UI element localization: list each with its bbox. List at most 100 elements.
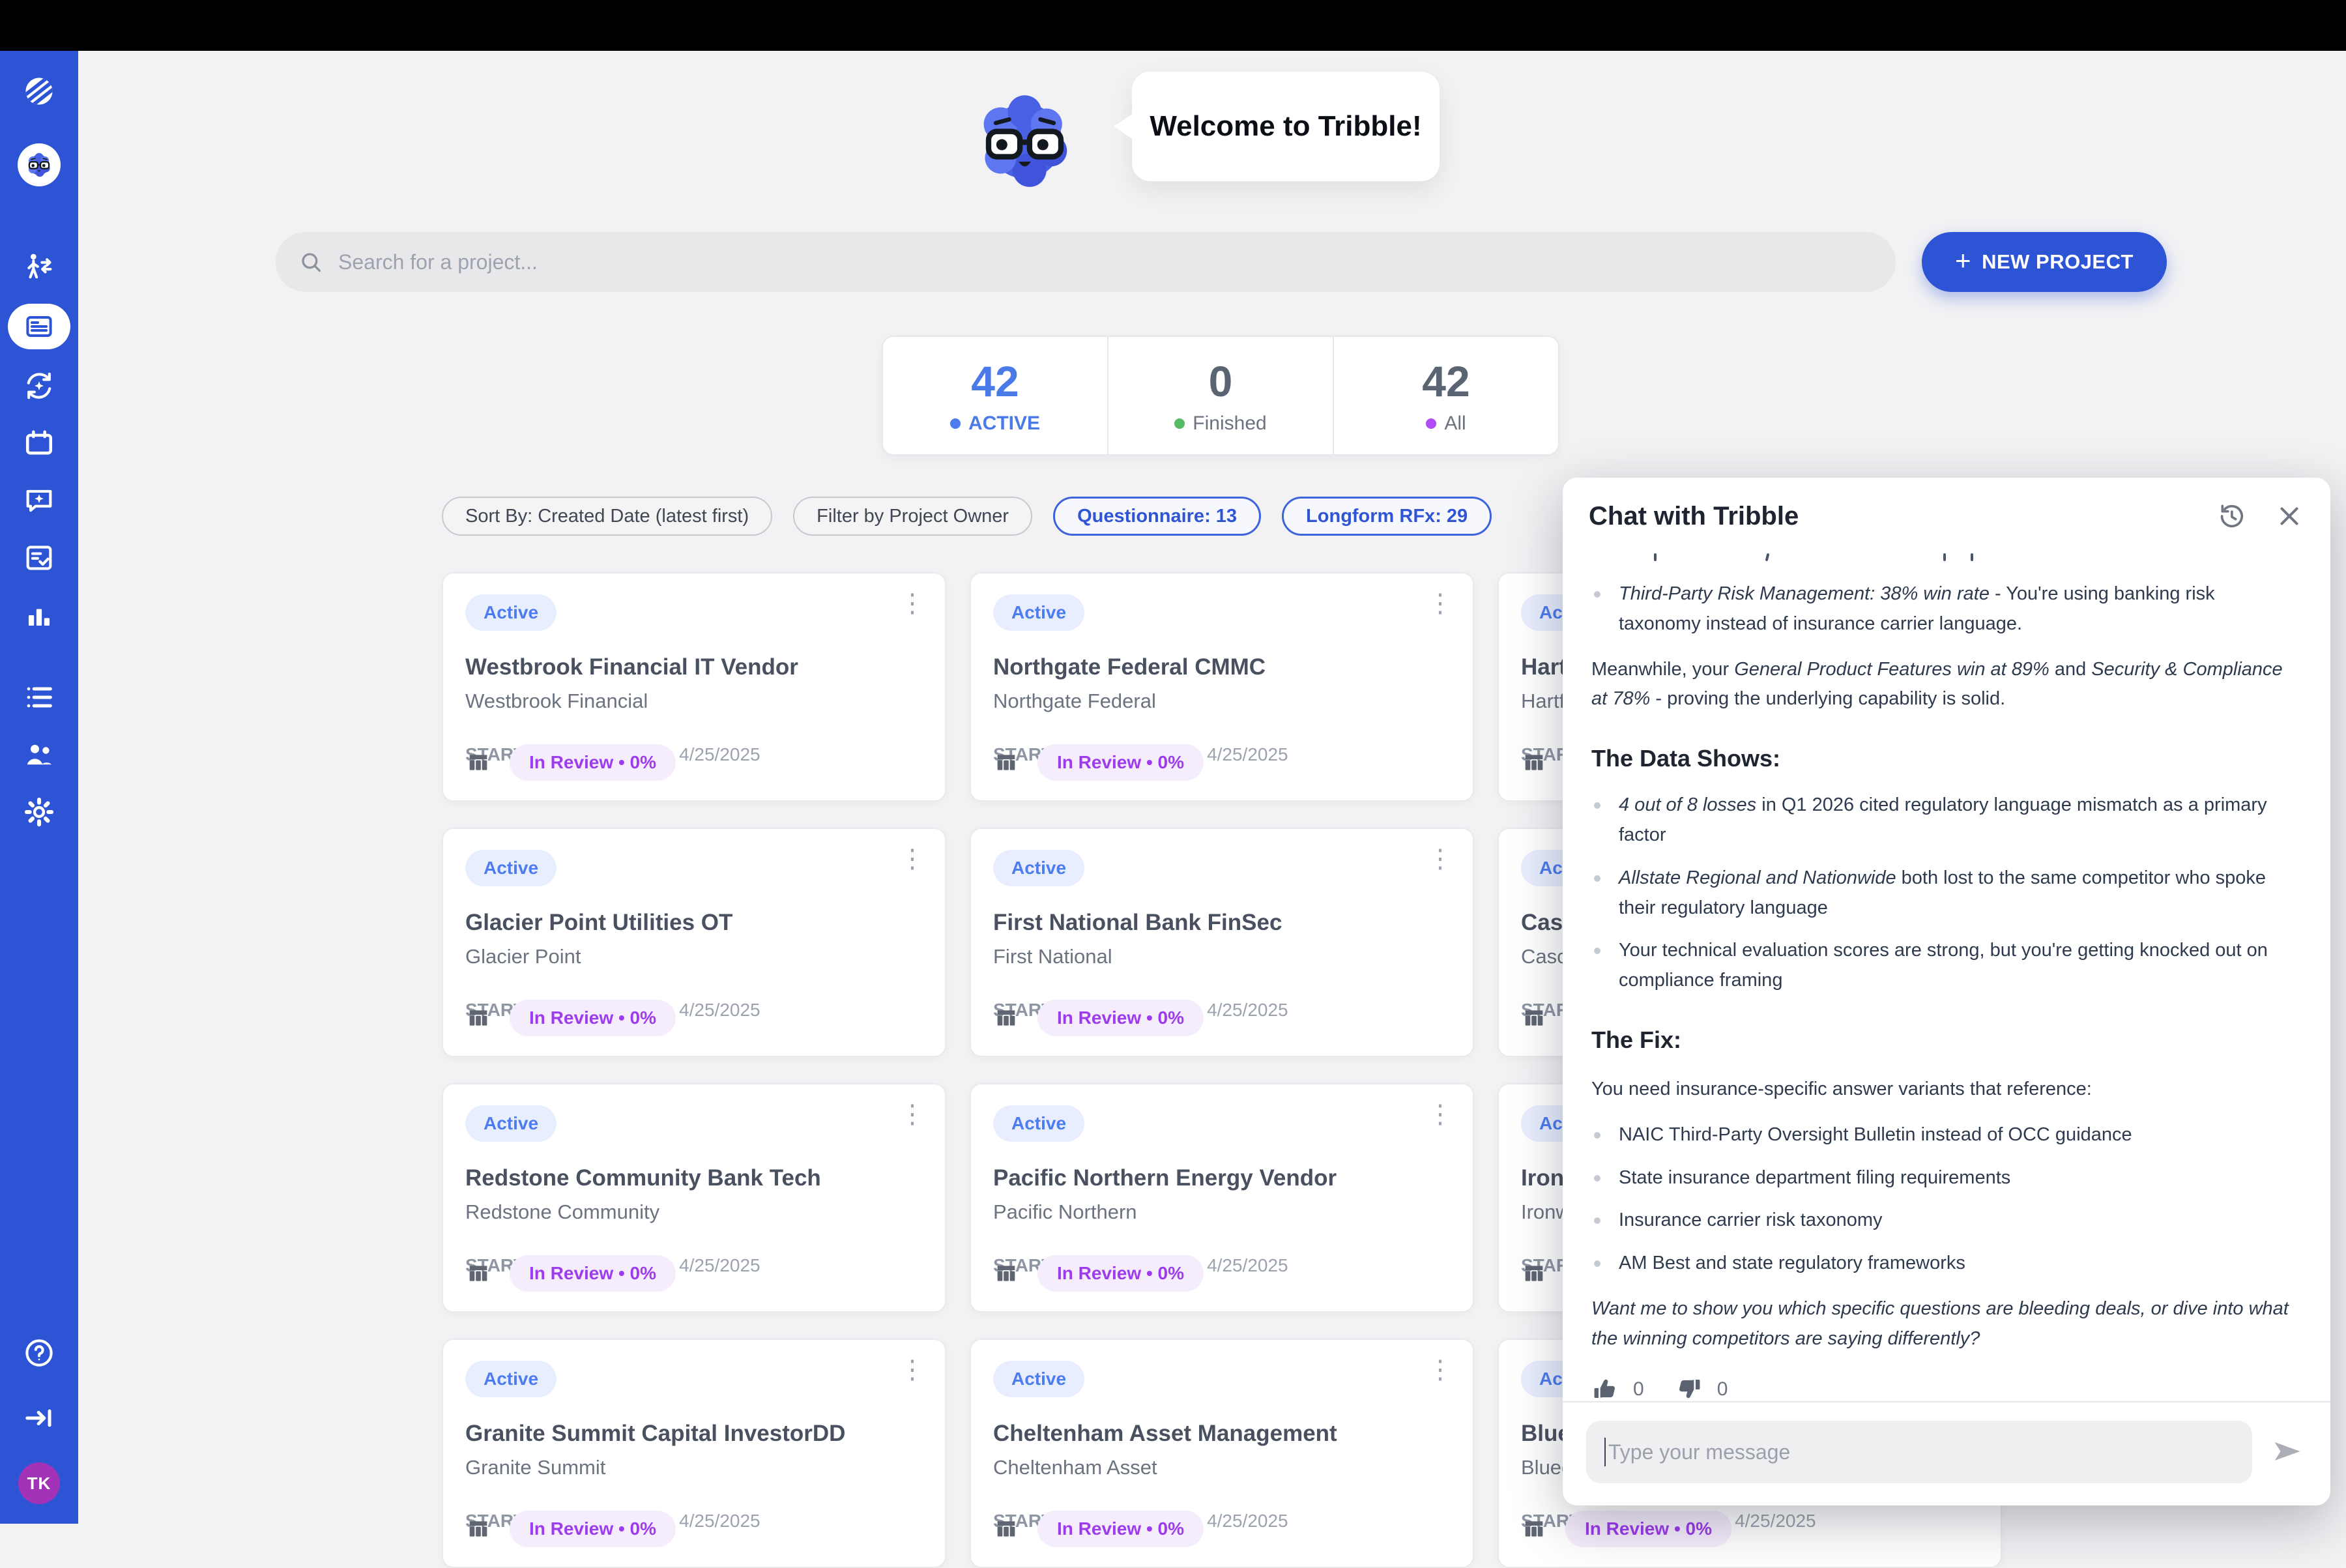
filter-owner-chip[interactable]: Filter by Project Owner [793, 497, 1032, 536]
project-client: Redstone Community [465, 1200, 923, 1224]
chat-message-input[interactable] [1608, 1440, 2214, 1464]
chat-bullet-item: Your technical evaluation scores are str… [1591, 936, 2294, 996]
tribble-logo-icon[interactable] [18, 70, 60, 112]
stat-all[interactable]: 42 All [1333, 337, 1558, 454]
project-card[interactable]: Active ⋮ Northgate Federal CMMC Northgat… [970, 572, 1474, 802]
project-card[interactable]: Active ⋮ Glacier Point Utilities OT Glac… [442, 828, 946, 1057]
chat-history-icon[interactable] [2216, 501, 2246, 531]
status-badge: Active [993, 1105, 1084, 1142]
project-search-box[interactable] [276, 232, 1896, 292]
finished-dot [1174, 418, 1185, 429]
card-menu-icon[interactable]: ⋮ [1427, 1362, 1453, 1378]
longform-rfx-chip[interactable]: Longform RFx: 29 [1282, 497, 1492, 536]
chat-bullet-item: AM Best and state regulatory frameworks [1591, 1249, 2294, 1279]
thumbs-up-count: 0 [1633, 1374, 1644, 1401]
sidebar-item-settings[interactable] [18, 791, 60, 833]
card-menu-icon[interactable]: ⋮ [899, 1362, 925, 1378]
thumbs-up-icon[interactable] [1591, 1375, 1619, 1401]
sign-out-icon[interactable] [18, 1397, 60, 1439]
review-status-badge: In Review • 0% [1037, 744, 1204, 781]
new-project-label: NEW PROJECT [1982, 250, 2134, 274]
active-count: 42 [971, 356, 1019, 406]
chat-section-heading: The Fix: [1591, 1022, 2294, 1059]
finished-count: 0 [1209, 356, 1233, 406]
review-status-badge: In Review • 0% [510, 1255, 676, 1292]
chat-bullet-item: Allstate Regional and Nationwide both lo… [1591, 864, 2294, 923]
help-icon[interactable] [18, 1332, 60, 1374]
chat-input-box[interactable] [1586, 1421, 2252, 1483]
review-status-badge: In Review • 0% [510, 1000, 676, 1036]
all-label: All [1444, 413, 1466, 435]
card-menu-icon[interactable]: ⋮ [899, 596, 925, 612]
table-icon [993, 1516, 1019, 1542]
questionnaire-chip[interactable]: Questionnaire: 13 [1053, 497, 1261, 536]
card-menu-icon[interactable]: ⋮ [899, 1107, 925, 1123]
sidebar-item-handoff[interactable] [18, 246, 60, 288]
all-count: 42 [1422, 356, 1470, 406]
send-message-button[interactable] [2270, 1434, 2304, 1470]
review-status-badge: In Review • 0% [1037, 1511, 1204, 1547]
stat-active[interactable]: 42 ACTIVE [883, 337, 1107, 454]
sidebar-item-list[interactable] [18, 676, 60, 718]
sidebar-item-chat-ai[interactable] [18, 480, 60, 521]
filter-bar: Sort By: Created Date (latest first) Fil… [442, 497, 1492, 536]
project-title: Granite Summit Capital InvestorDD [465, 1421, 923, 1447]
project-client: Granite Summit [465, 1456, 923, 1479]
message-feedback: 0 0 [1591, 1370, 2294, 1401]
chat-paragraph: Meanwhile, your General Product Features… [1591, 655, 2294, 715]
new-project-button[interactable]: + NEW PROJECT [1922, 232, 2167, 292]
table-icon [465, 1005, 491, 1031]
welcome-text: Welcome to Tribble! [1150, 110, 1421, 143]
sidebar-item-sync[interactable] [18, 365, 60, 407]
chat-message-area[interactable]: Third-Party Risk Management: 38% win rat… [1563, 544, 2330, 1401]
project-title: Glacier Point Utilities OT [465, 910, 923, 936]
chat-panel: Chat with Tribble Third-Party Risk Manag… [1563, 478, 2330, 1505]
table-icon [465, 1260, 491, 1286]
chat-paragraph: Want me to show you which specific quest… [1591, 1294, 2294, 1354]
sidebar-item-forms[interactable] [18, 537, 60, 579]
sidebar-item-users[interactable] [18, 734, 60, 776]
project-client: Pacific Northern [993, 1200, 1451, 1224]
review-status-badge: In Review • 0% [1565, 1511, 1731, 1547]
chat-bullet-item: Insurance carrier risk taxonomy [1591, 1206, 2294, 1236]
card-menu-icon[interactable]: ⋮ [1427, 851, 1453, 867]
sort-by-chip[interactable]: Sort By: Created Date (latest first) [442, 497, 772, 536]
project-card[interactable]: Active ⋮ Redstone Community Bank Tech Re… [442, 1083, 946, 1313]
thumbs-down-count: 0 [1717, 1374, 1728, 1401]
stat-finished[interactable]: 0 Finished [1107, 337, 1333, 454]
sidebar-item-projects-active[interactable] [8, 304, 70, 349]
status-badge: Active [465, 594, 557, 631]
project-card[interactable]: Active ⋮ Cheltenham Asset Management Che… [970, 1339, 1474, 1568]
text-cursor [1604, 1438, 1606, 1466]
send-icon [2270, 1434, 2304, 1468]
sidebar-item-analytics[interactable] [18, 594, 60, 636]
project-client: Northgate Federal [993, 690, 1451, 713]
top-black-bar [0, 0, 2346, 51]
mascot-avatar[interactable] [18, 143, 61, 186]
project-card[interactable]: Active ⋮ First National Bank FinSec Firs… [970, 828, 1474, 1057]
user-avatar[interactable]: TK [18, 1462, 60, 1504]
project-title: Westbrook Financial IT Vendor [465, 654, 923, 680]
chat-close-icon[interactable] [2274, 501, 2304, 531]
project-card[interactable]: Active ⋮ Granite Summit Capital Investor… [442, 1339, 946, 1568]
project-card[interactable]: Active ⋮ Pacific Northern Energy Vendor … [970, 1083, 1474, 1313]
chat-title: Chat with Tribble [1589, 502, 2216, 531]
plus-icon: + [1955, 245, 1971, 276]
status-badge: Active [465, 1105, 557, 1142]
card-menu-icon[interactable]: ⋮ [1427, 1107, 1453, 1123]
card-menu-icon[interactable]: ⋮ [899, 851, 925, 867]
finished-label: Finished [1193, 413, 1266, 435]
chat-bullet-item: NAIC Third-Party Oversight Bulletin inst… [1591, 1120, 2294, 1150]
sidebar-item-calendar[interactable] [18, 422, 60, 464]
card-menu-icon[interactable]: ⋮ [1427, 596, 1453, 612]
thumbs-down-icon[interactable] [1675, 1375, 1703, 1401]
search-input[interactable] [338, 250, 1772, 274]
table-icon [1521, 1260, 1547, 1286]
status-badge: Active [993, 594, 1084, 631]
project-title: Redstone Community Bank Tech [465, 1165, 923, 1191]
status-badge: Active [465, 1361, 557, 1397]
project-card[interactable]: Active ⋮ Westbrook Financial IT Vendor W… [442, 572, 946, 802]
project-client: Westbrook Financial [465, 690, 923, 713]
project-client: First National [993, 945, 1451, 968]
search-icon [298, 249, 324, 275]
